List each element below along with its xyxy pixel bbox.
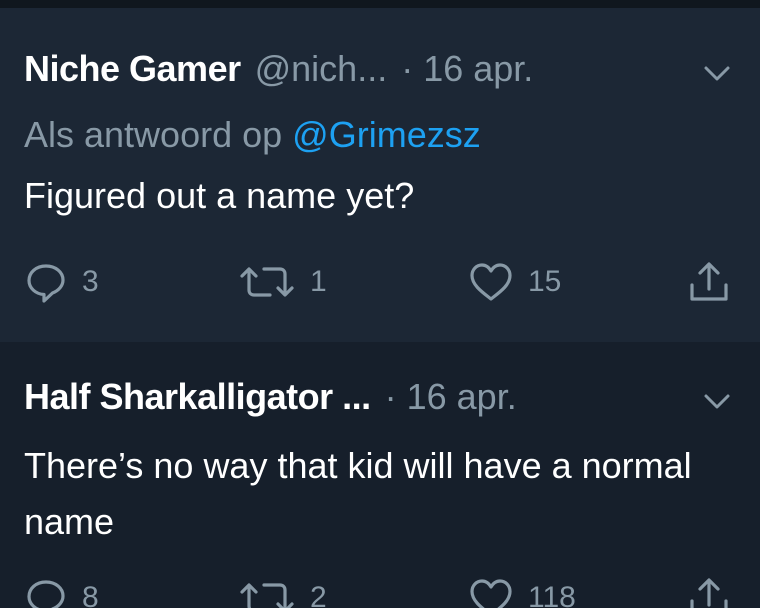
reply-icon	[27, 264, 65, 303]
like-count: 118	[528, 581, 576, 608]
tweet[interactable]: Niche Gamer @nich... · 16 apr. Als antwo…	[0, 8, 760, 342]
reply-count: 8	[82, 581, 99, 608]
retweet-count: 1	[310, 265, 327, 298]
chevron-down-icon[interactable]	[700, 62, 734, 86]
tweet-date[interactable]: 16 apr.	[423, 48, 533, 90]
chevron-down-icon[interactable]	[700, 390, 734, 414]
share-icon	[690, 262, 728, 301]
retweet-icon	[240, 583, 294, 608]
reply-icon	[27, 580, 65, 608]
like-count: 15	[528, 265, 562, 298]
share-button[interactable]	[686, 574, 732, 608]
reply-mention-link[interactable]: @Grimezsz	[292, 114, 481, 155]
tweet-actions: 8 2 118	[0, 574, 760, 608]
like-button[interactable]: 118	[468, 574, 576, 608]
top-divider	[0, 0, 760, 8]
reply-prefix: Als antwoord op	[24, 114, 283, 155]
retweet-button[interactable]: 2	[238, 574, 327, 608]
tweet-header: Half Sharkalligator ... · 16 apr.	[24, 376, 517, 430]
timeline: Niche Gamer @nich... · 16 apr. Als antwo…	[0, 0, 760, 608]
separator-dot: ·	[401, 48, 414, 89]
retweet-button[interactable]: 1	[238, 258, 327, 306]
display-name[interactable]: Niche Gamer	[24, 48, 241, 90]
heart-icon	[470, 263, 512, 301]
like-button[interactable]: 15	[468, 258, 561, 306]
share-icon	[690, 578, 728, 608]
share-button[interactable]	[686, 258, 732, 306]
tweet[interactable]: Half Sharkalligator ... · 16 apr. There’…	[0, 342, 760, 608]
reply-count: 3	[82, 265, 99, 298]
reply-context: Als antwoord op @Grimezsz	[24, 114, 481, 156]
display-name[interactable]: Half Sharkalligator ...	[24, 376, 371, 418]
user-handle[interactable]: @nich...	[255, 48, 388, 90]
tweet-text: There’s no way that kid will have a norm…	[24, 445, 692, 542]
retweet-count: 2	[310, 581, 327, 608]
tweet-actions: 3 1 15	[0, 258, 760, 306]
tweet-header: Niche Gamer @nich... · 16 apr.	[24, 48, 533, 102]
reply-button[interactable]: 8	[24, 574, 99, 608]
tweet-date[interactable]: 16 apr.	[407, 376, 517, 418]
retweet-icon	[240, 267, 294, 297]
reply-button[interactable]: 3	[24, 258, 99, 306]
separator-dot: ·	[384, 376, 397, 417]
tweet-text: Figured out a name yet?	[24, 175, 415, 216]
heart-icon	[470, 579, 512, 608]
